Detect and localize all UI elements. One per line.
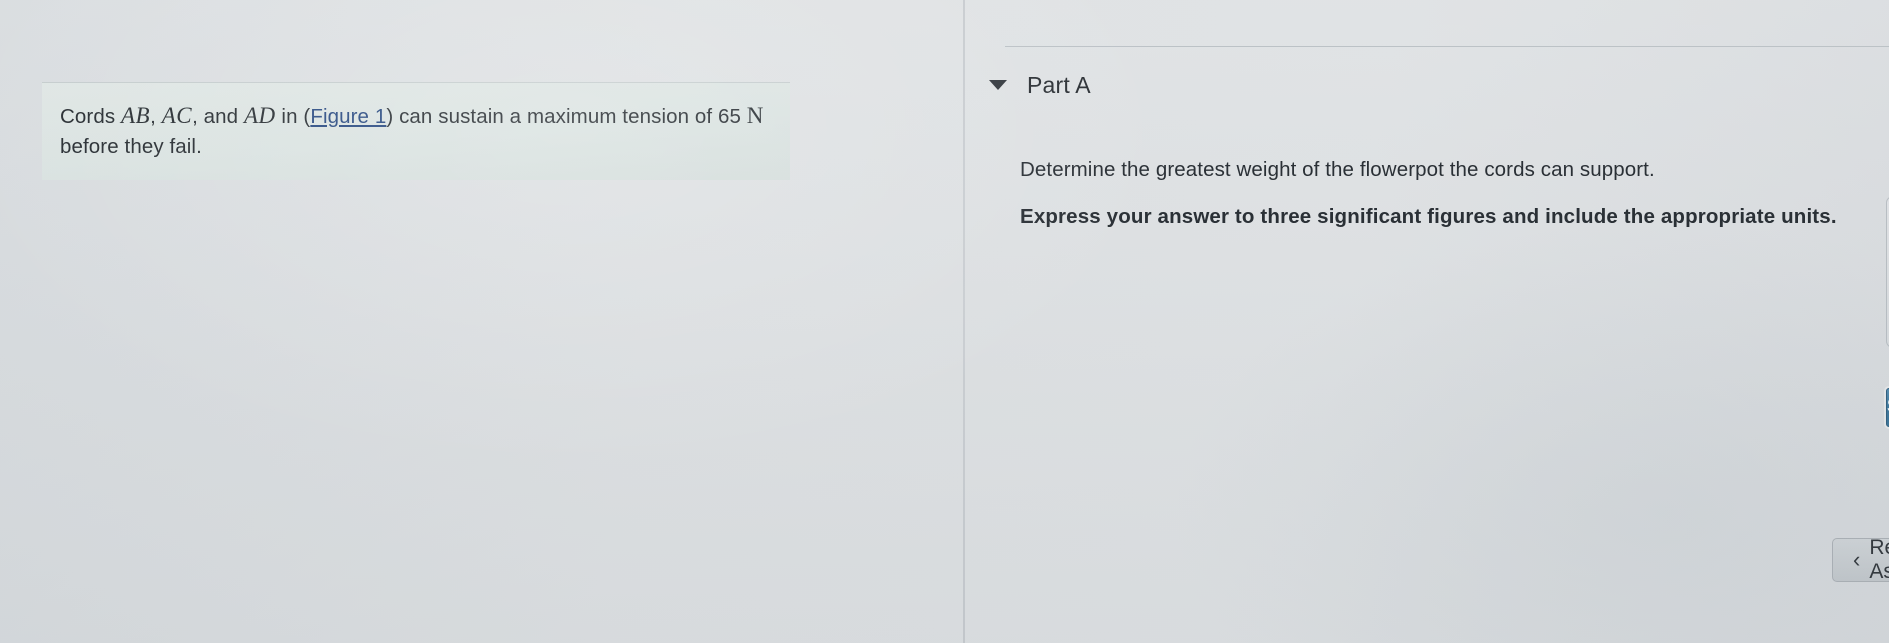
return-to-assignment-button[interactable]: ‹ Return to Assignment [1832, 536, 1889, 583]
footer-row: ‹ Return to Assignment Provide Feedback [1832, 536, 1889, 584]
mastering-physics-screen: Cords AB, AC, and AD in (Figure 1) can s… [0, 0, 1889, 643]
problem-text-lead: Cords [60, 105, 121, 128]
answer-pane: Part A Determine the greatest weight of … [965, 0, 1889, 643]
unit-newton: N [746, 103, 764, 128]
chevron-left-icon: ‹ [1853, 547, 1861, 572]
question-prompt: Determine the greatest weight of the flo… [1020, 158, 1655, 181]
figure-1-link[interactable]: Figure 1 [310, 105, 386, 128]
chevron-down-icon[interactable] [989, 80, 1007, 90]
problem-pane: Cords AB, AC, and AD in (Figure 1) can s… [0, 0, 963, 643]
problem-sep-1: , [150, 105, 162, 128]
problem-sep-2: , and [192, 105, 244, 128]
cord-variable-ad: AD [243, 103, 276, 128]
problem-text-tail: before they fail. [60, 135, 202, 159]
cord-variable-ab: AB [120, 103, 151, 128]
return-button-label: Return to Assignment [1869, 536, 1889, 583]
problem-text-mid: in [275, 105, 304, 128]
problem-text-after-link: can sustain a maximum tension of 65 [393, 105, 747, 128]
part-divider-rule [1005, 46, 1889, 47]
part-title: Part A [1027, 71, 1091, 98]
significant-figures-note: Express your answer to three significant… [1020, 204, 1837, 228]
problem-statement: Cords AB, AC, and AD in (Figure 1) can s… [42, 82, 790, 181]
question-body: Determine the greatest weight of the flo… [1020, 155, 1880, 233]
cord-variable-ac: AC [161, 103, 193, 128]
part-header[interactable]: Part A [989, 68, 1091, 102]
